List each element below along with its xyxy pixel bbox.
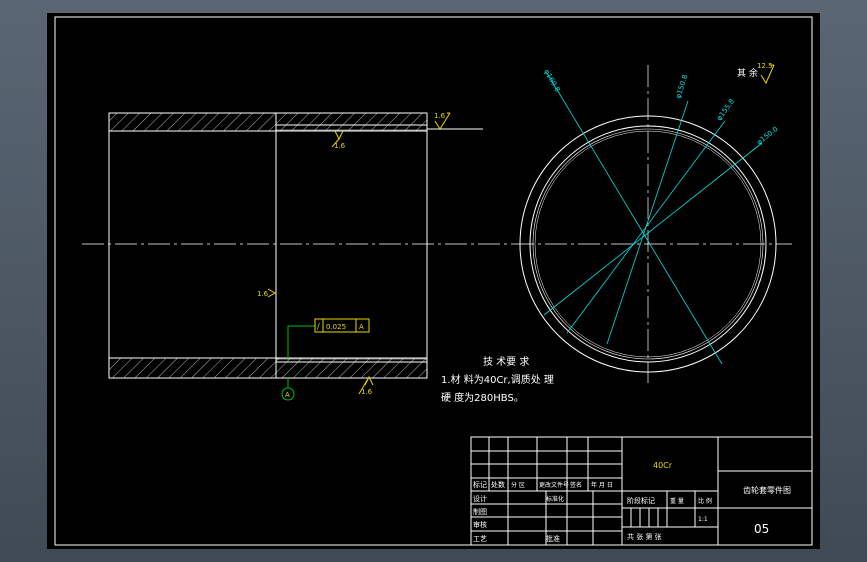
tb-standardize: 标准化: [546, 495, 564, 503]
tolerance-frame: / 0.025 A: [287, 318, 370, 360]
diameter-label-2: φ150.8: [674, 74, 689, 100]
inner-border: [54, 16, 813, 546]
tb-review: 审核: [473, 520, 487, 529]
diameter-line-4: [543, 142, 763, 316]
tolerance-value: 0.025: [326, 323, 346, 331]
roughness-top-inner-value: 1.6: [334, 142, 346, 150]
tolerance-datum: A: [359, 323, 364, 331]
front-view: φ160.8 φ150.8 φ155.8 φ150.0 其 余 12.5: [512, 62, 792, 383]
diameter-label-3: φ155.8: [715, 98, 736, 123]
roughness-other: 其 余 12.5: [737, 62, 775, 85]
roughness-bottom-inner-value: 1.6: [361, 388, 373, 396]
tech-title: 技 术要 求: [483, 355, 529, 368]
top-wall-section: [108, 112, 428, 132]
roughness-symbol-bottom-inner: 1.6: [358, 375, 374, 396]
technical-requirements: 技 术要 求 1.材 料为40Cr,调质处 理 硬 度为280HBS。: [441, 355, 554, 404]
part-name-cell: 齿轮套零件图: [743, 485, 791, 495]
roughness-symbol-top-inner: 1.6: [331, 130, 346, 150]
tech-line-2: 硬 度为280HBS。: [441, 391, 524, 404]
tb-sign: 签名: [570, 481, 582, 489]
roughness-symbol-right: 1.6: [434, 112, 451, 130]
roughness-right-value: 1.6: [434, 112, 446, 120]
tb-date: 年 月 日: [591, 481, 613, 489]
bottom-wall-section: [108, 357, 428, 379]
roughness-symbol-left: 1.6: [257, 288, 277, 298]
roughness-left-value: 1.6: [257, 290, 269, 298]
roughness-other-value: 12.5: [757, 62, 773, 70]
drawing-frame: 1.6 1.6 1.6 / 0.025 A A 1.6 φ160.8 φ150.…: [47, 13, 820, 549]
material-cell: 40Cr: [653, 461, 673, 470]
diameter-label-1: φ160.8: [542, 68, 561, 93]
drawing-number-cell: 05: [754, 522, 769, 536]
tb-mark: 标记: [473, 480, 487, 489]
technical-drawing: 1.6 1.6 1.6 / 0.025 A A 1.6 φ160.8 φ150.…: [54, 16, 813, 546]
tb-process: 工艺: [473, 535, 487, 543]
datum-marker: A: [281, 378, 295, 401]
tb-stage-mark: 阶段标记: [627, 496, 655, 505]
diameter-line-2: [606, 100, 689, 345]
tb-sheets: 共 张 第 张: [627, 532, 662, 541]
datum-label: A: [285, 391, 290, 399]
diameter-label-4: φ150.0: [755, 125, 779, 146]
sleeve-outline: [108, 112, 428, 379]
tb-count: 处数: [491, 480, 505, 489]
title-block: 40Cr 齿轮套零件图 05 标记 处数 分 区 更改文件号 签名 年 月 日 …: [470, 436, 813, 546]
tb-scale: 1:1: [698, 516, 708, 523]
tb-approve: 批准: [546, 534, 560, 543]
side-view: 1.6 1.6 1.6 / 0.025 A A 1.6: [82, 112, 512, 401]
tolerance-symbol: /: [317, 322, 320, 331]
tech-line-1: 1.材 料为40Cr,调质处 理: [441, 373, 554, 386]
tb-drafting: 制图: [473, 507, 487, 516]
other-label: 其 余: [737, 67, 758, 79]
tb-ratio: 比 例: [698, 497, 712, 505]
tb-design: 设计: [473, 494, 487, 503]
tb-change-doc: 更改文件号: [539, 481, 569, 489]
tb-weight: 重 量: [670, 497, 684, 505]
diameter-line-3: [566, 120, 726, 334]
tb-zone: 分 区: [511, 481, 525, 489]
